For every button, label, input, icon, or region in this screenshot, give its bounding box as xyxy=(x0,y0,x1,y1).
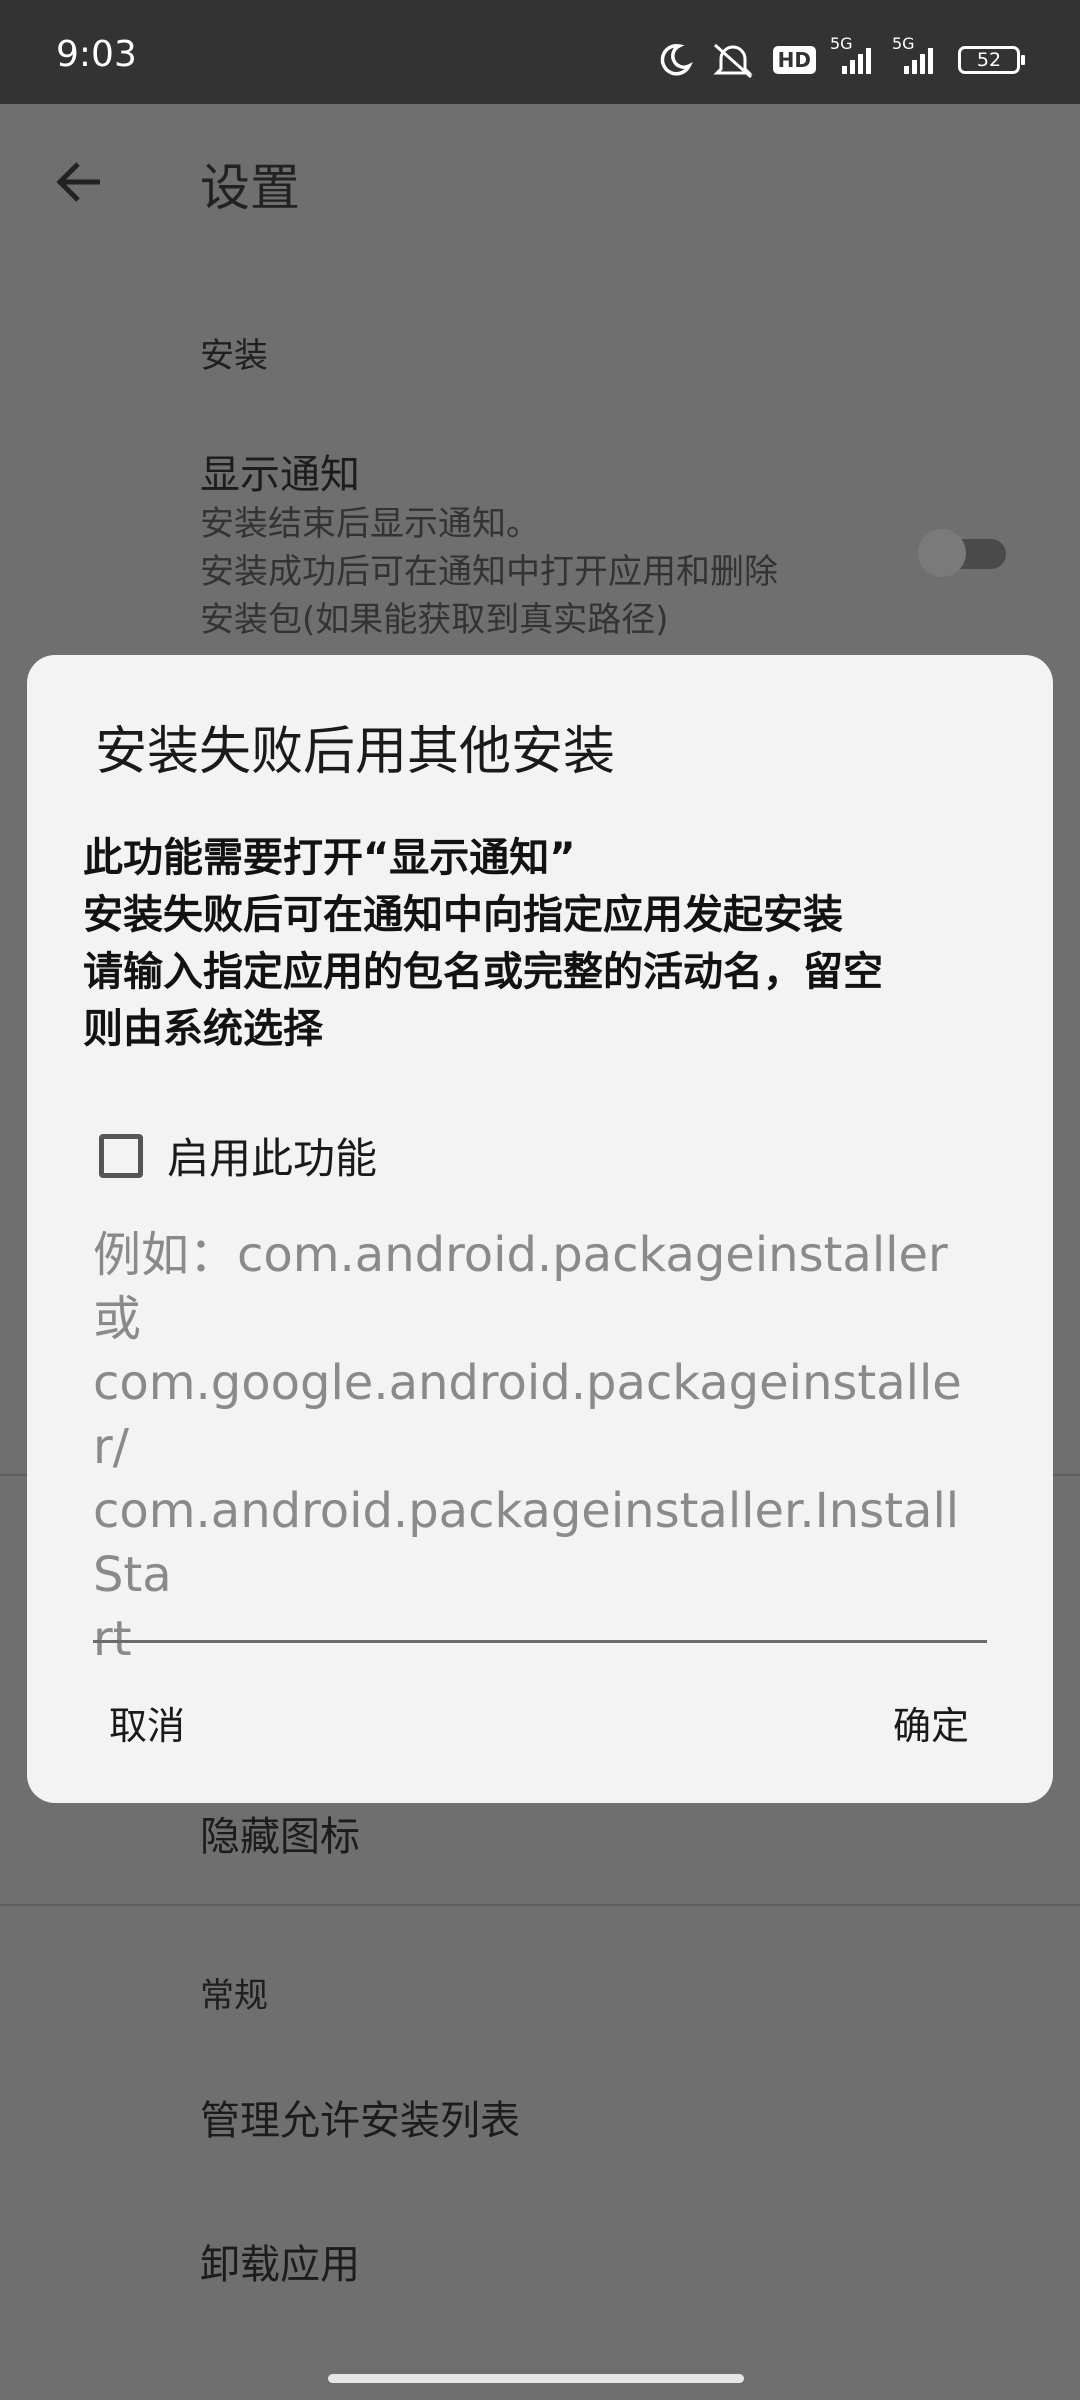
pref-show-notification-summary: 安装结束后显示通知。 安装成功后可在通知中打开应用和删除 安装包(如果能获取到真… xyxy=(200,504,778,640)
ok-button[interactable]: 确定 xyxy=(893,1695,969,1750)
status-icons: HD 5G 5G 52 xyxy=(657,34,1025,80)
vibrate-muted-icon xyxy=(713,43,753,79)
page-title: 设置 xyxy=(200,159,300,217)
status-time: 9:03 xyxy=(56,34,137,75)
gesture-nav-bar[interactable] xyxy=(328,2374,744,2383)
signal-icon-1: 5G xyxy=(830,34,878,76)
show-notification-switch[interactable] xyxy=(918,525,1008,581)
hd-voice-icon: HD xyxy=(772,46,816,74)
status-bar: 9:03 HD 5G 5G 52 xyxy=(0,0,1080,104)
cancel-button[interactable]: 取消 xyxy=(109,1695,185,1750)
dialog-message: 此功能需要打开“显示通知” 安装失败后可在通知中向指定应用发起安装 请输入指定应… xyxy=(83,835,883,1052)
do-not-disturb-moon-icon xyxy=(660,44,693,76)
dialog-title: 安装失败后用其他安装 xyxy=(95,722,616,782)
enable-feature-checkbox[interactable] xyxy=(99,1133,143,1178)
enable-feature-label[interactable]: 启用此功能 xyxy=(167,1125,377,1186)
package-name-placeholder[interactable]: 例如：com.android.packageinstaller 或 com.go… xyxy=(93,1223,987,1671)
battery-icon: 52 xyxy=(958,46,1025,74)
section-header-install: 安装 xyxy=(200,336,268,376)
back-arrow-icon[interactable] xyxy=(50,152,110,212)
enable-feature-row[interactable]: 启用此功能 xyxy=(99,1125,377,1186)
divider xyxy=(0,1904,1080,1906)
signal-icon-2: 5G xyxy=(892,34,940,76)
switch-thumb xyxy=(918,529,966,577)
pref-show-notification-title[interactable]: 显示通知 xyxy=(200,442,360,500)
pref-hide-icon[interactable]: 隐藏图标 xyxy=(200,1804,360,1862)
pref-manage-allowed-list[interactable]: 管理允许安装列表 xyxy=(200,2088,520,2146)
input-underline xyxy=(93,1640,987,1643)
pref-uninstall-app[interactable]: 卸载应用 xyxy=(200,2232,360,2290)
package-name-input[interactable]: 例如：com.android.packageinstaller 或 com.go… xyxy=(93,1223,987,1671)
fallback-installer-dialog: 安装失败后用其他安装 此功能需要打开“显示通知” 安装失败后可在通知中向指定应用… xyxy=(27,655,1053,1803)
section-header-general: 常规 xyxy=(200,1976,268,2016)
